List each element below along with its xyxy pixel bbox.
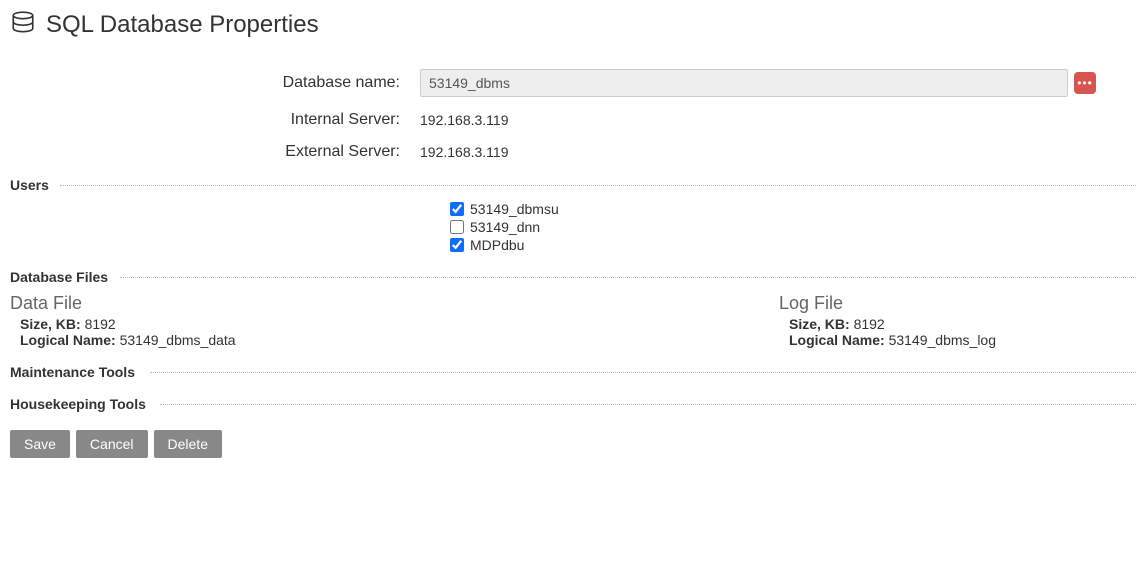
section-house-header: Housekeeping Tools [10,396,1136,412]
data-size-label: Size, KB: [20,316,81,332]
external-server-label: External Server: [10,143,420,161]
section-dbfiles-header: Database Files [10,269,1136,285]
log-name-label: Logical Name: [789,332,885,348]
user-item[interactable]: MDPdbu [450,237,1136,253]
data-name-value: 53149_dbms_data [120,332,236,348]
user-label: MDPdbu [470,237,524,253]
user-checkbox[interactable] [450,202,464,216]
delete-button[interactable]: Delete [154,430,222,458]
section-users-header: Users [10,177,1136,193]
log-name-value: 53149_dbms_log [889,332,996,348]
section-maint-header: Maintenance Tools [10,364,1136,380]
page-header: SQL Database Properties [10,10,1136,39]
dbname-label: Database name: [10,74,420,92]
user-label: 53149_dbmsu [470,201,559,217]
database-icon [10,10,36,39]
internal-server-value: 192.168.3.119 [420,112,509,128]
log-file-title: Log File [779,293,996,314]
users-list: 53149_dbmsu 53149_dnn MDPdbu [450,201,1136,253]
log-size-value: 8192 [854,316,885,332]
data-name-label: Logical Name: [20,332,116,348]
internal-server-label: Internal Server: [10,111,420,129]
cancel-button[interactable]: Cancel [76,430,148,458]
data-size-value: 8192 [85,316,116,332]
data-file-column: Data File Size, KB: 8192 Logical Name: 5… [10,293,236,348]
external-server-value: 192.168.3.119 [420,144,509,160]
user-label: 53149_dnn [470,219,540,235]
user-item[interactable]: 53149_dbmsu [450,201,1136,217]
user-checkbox[interactable] [450,238,464,252]
save-button[interactable]: Save [10,430,70,458]
log-file-column: Log File Size, KB: 8192 Logical Name: 53… [779,293,1136,348]
page-title: SQL Database Properties [46,11,319,39]
dbname-input[interactable] [420,69,1068,97]
log-size-label: Size, KB: [789,316,850,332]
dbname-more-button[interactable]: ••• [1074,72,1096,94]
user-checkbox[interactable] [450,220,464,234]
user-item[interactable]: 53149_dnn [450,219,1136,235]
data-file-title: Data File [10,293,236,314]
